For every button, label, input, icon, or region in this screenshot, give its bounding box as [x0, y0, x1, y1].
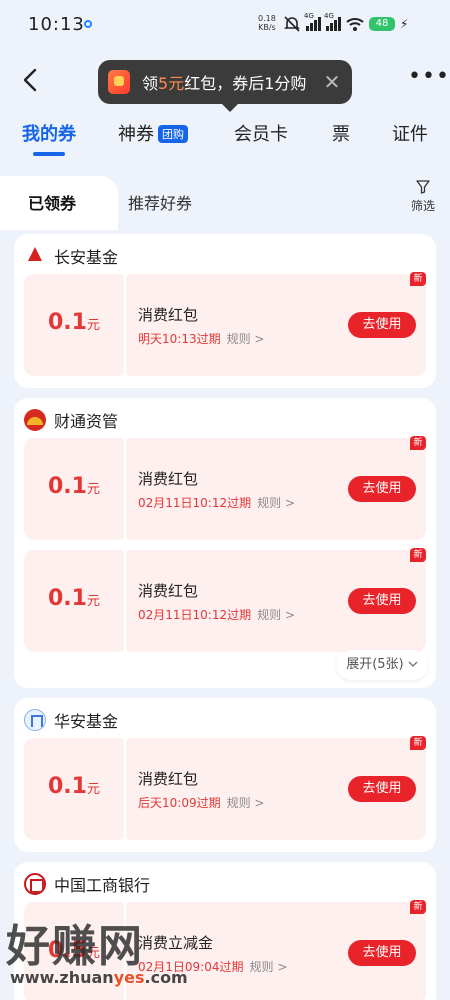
filter-icon [416, 180, 430, 194]
card-header: 长安基金 [24, 244, 118, 268]
promo-text: 领5元红包，券后1分购 [142, 74, 307, 93]
battery-icon: 48 [369, 17, 395, 31]
site-watermark: 好赚网 www.zhuanyes.com [0, 906, 260, 996]
filter-button[interactable]: 筛选 [406, 180, 440, 214]
coupon-amount: 0.1元 [48, 474, 100, 499]
chevron-left-icon [23, 68, 37, 92]
coupon-name: 消费红包 [138, 582, 199, 600]
coupon-card: 长安基金 0.1元 消费红包 明天10:13过期 规则 > 去使用 新 [14, 234, 436, 388]
rules-link[interactable]: 规则 > [257, 496, 295, 510]
use-coupon-button[interactable]: 去使用 [348, 476, 416, 502]
coupon-name: 消费红包 [138, 470, 199, 488]
coupon-item[interactable]: 0.1元 消费红包 02月11日10:12过期 规则 > 去使用 新 [24, 436, 426, 540]
coupon-item[interactable]: 0.1元 消费红包 02月11日10:12过期 规则 > 去使用 新 [24, 548, 426, 652]
tab-my-coupons[interactable]: 我的券 [22, 120, 76, 146]
card-title: 华安基金 [54, 712, 119, 731]
new-badge: 新 [410, 736, 426, 750]
coupon-amount: 0.1元 [48, 586, 100, 611]
new-badge: 新 [410, 548, 426, 562]
status-bar: 10:13 0.18 KB/s 4G 4G 48 ⚡ [0, 0, 450, 48]
more-options-button[interactable]: ••• [408, 66, 449, 94]
use-coupon-button[interactable]: 去使用 [348, 940, 416, 966]
coupon-amount: 0.1元 [48, 774, 100, 799]
network-speed: 0.18 KB/s [258, 14, 276, 32]
notification-dot-icon [84, 20, 92, 28]
mute-icon [284, 16, 300, 32]
wifi-icon [346, 18, 364, 31]
card-header: 中国工商银行 [24, 872, 150, 896]
card-header: 财通资管 [24, 408, 118, 432]
chevron-down-icon [408, 661, 418, 667]
caitong-logo-icon [24, 409, 46, 431]
cell-signal-2-icon: 4G [324, 12, 341, 31]
new-badge: 新 [410, 272, 426, 286]
rules-link[interactable]: 规则 > [227, 332, 265, 346]
card-title: 财通资管 [54, 412, 119, 431]
new-badge: 新 [410, 436, 426, 450]
close-icon[interactable]: ✕ [322, 72, 342, 92]
red-packet-icon [108, 70, 130, 94]
charging-icon: ⚡ [400, 17, 409, 31]
coupon-card: 财通资管 0.1元 消费红包 02月11日10:12过期 规则 > 去使用 新 0… [14, 398, 436, 688]
cell-signal-icon: 4G [304, 12, 321, 31]
tab-documents[interactable]: 证件 [392, 120, 428, 146]
coupon-expiry: 明天10:13过期 规则 > [138, 332, 265, 346]
rules-link[interactable]: 规则 > [227, 796, 265, 810]
coupon-expiry: 后天10:09过期 规则 > [138, 796, 265, 810]
use-coupon-button[interactable]: 去使用 [348, 312, 416, 338]
huaan-fund-logo-icon [24, 709, 46, 731]
coupon-expiry: 02月11日10:12过期 规则 > [138, 496, 295, 510]
group-buy-tag: 团购 [158, 125, 188, 143]
coupon-card: 华安基金 0.1元 消费红包 后天10:09过期 规则 > 去使用 新 [14, 698, 436, 852]
tab-super-coupons[interactable]: 神券 团购 [118, 120, 188, 146]
icbc-logo-icon [24, 873, 46, 895]
coupon-item[interactable]: 0.1元 消费红包 明天10:13过期 规则 > 去使用 新 [24, 272, 426, 376]
promo-tooltip[interactable]: 领5元红包，券后1分购 ✕ [98, 60, 352, 112]
filter-label: 筛选 [410, 199, 435, 213]
changan-fund-logo-icon [24, 245, 46, 267]
card-title: 中国工商银行 [54, 876, 151, 895]
card-title: 长安基金 [54, 248, 119, 267]
expand-button[interactable]: 展开(5张) [336, 650, 428, 680]
use-coupon-button[interactable]: 去使用 [348, 776, 416, 802]
watermark-url: www.zhuanyes.com [10, 968, 188, 987]
coupon-name: 消费红包 [138, 306, 199, 324]
new-badge: 新 [410, 900, 426, 914]
coupon-item[interactable]: 0.1元 消费红包 后天10:09过期 规则 > 去使用 新 [24, 736, 426, 840]
status-icons: 4G 4G 48 ⚡ [283, 12, 409, 34]
tab-tickets[interactable]: 票 [332, 120, 350, 146]
status-time: 10:13 [28, 14, 85, 35]
rules-link[interactable]: 规则 > [257, 608, 295, 622]
subtab-recommended[interactable]: 推荐好券 [128, 190, 192, 214]
main-tabs: 我的券 神券 团购 会员卡 票 证件 [0, 118, 450, 158]
tab-membership-card[interactable]: 会员卡 [234, 120, 288, 146]
coupon-amount: 0.1元 [48, 310, 100, 335]
subtab-claimed[interactable]: 已领券 [28, 190, 76, 214]
watermark-brand: 好赚网 [6, 921, 144, 972]
coupon-name: 消费红包 [138, 770, 199, 788]
back-button[interactable] [18, 66, 46, 94]
coupon-expiry: 02月11日10:12过期 规则 > [138, 608, 295, 622]
tab-active-indicator [33, 152, 65, 156]
card-header: 华安基金 [24, 708, 118, 732]
use-coupon-button[interactable]: 去使用 [348, 588, 416, 614]
sub-tabs: 已领券 推荐好券 筛选 [0, 172, 450, 230]
